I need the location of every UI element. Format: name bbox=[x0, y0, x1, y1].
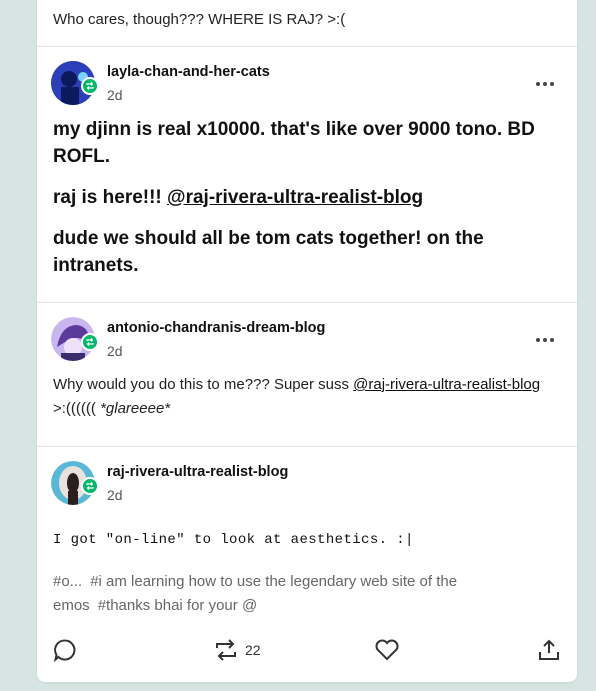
reblog-count: 22 bbox=[245, 642, 261, 658]
share-icon[interactable] bbox=[537, 638, 561, 662]
post-body: my djinn is real x10000. that's like ove… bbox=[53, 116, 561, 279]
username[interactable]: layla-chan-and-her-cats bbox=[107, 64, 270, 80]
more-options-icon[interactable] bbox=[535, 80, 555, 88]
reply-icon[interactable] bbox=[53, 638, 77, 662]
mention-link[interactable]: @raj-rivera-ultra-realist-blog bbox=[353, 376, 540, 393]
heart-icon[interactable] bbox=[374, 638, 400, 662]
reblog-button[interactable]: 22 bbox=[213, 638, 261, 662]
post-card: Who cares, though??? WHERE IS RAJ? >:( l… bbox=[37, 0, 577, 682]
reblog-icon bbox=[81, 77, 99, 95]
timestamp[interactable]: 2d bbox=[107, 87, 123, 103]
post-text: >:(((((( bbox=[53, 400, 101, 417]
post-body: Why would you do this to me??? Super sus… bbox=[53, 373, 549, 421]
tags: #o... #i am learning how to use the legen… bbox=[53, 570, 553, 618]
mention-link[interactable]: @raj-rivera-ultra-realist-blog bbox=[167, 187, 423, 208]
timestamp[interactable]: 2d bbox=[107, 487, 123, 503]
reblog-entry-antonio: antonio-chandranis-dream-blog 2d Why wou… bbox=[37, 302, 577, 446]
username[interactable]: antonio-chandranis-dream-blog bbox=[107, 320, 325, 336]
paragraph: dude we should all be tom cats together!… bbox=[53, 228, 484, 276]
reblog-icon bbox=[81, 333, 99, 351]
post-text: I got "on-line" to look at aesthetics. :… bbox=[53, 532, 414, 548]
paragraph: raj is here!!! @raj-rivera-ultra-realist… bbox=[53, 184, 561, 211]
italic-text: *glareeee* bbox=[100, 400, 171, 417]
username[interactable]: raj-rivera-ultra-realist-blog bbox=[107, 464, 288, 480]
paragraph-text: raj is here!!! bbox=[53, 187, 168, 208]
tag[interactable]: #o... bbox=[53, 573, 82, 590]
timestamp[interactable]: 2d bbox=[107, 343, 123, 359]
tag[interactable]: #thanks bhai for your @ bbox=[98, 597, 257, 614]
post-text: Why would you do this to me??? Super sus… bbox=[53, 376, 354, 393]
paragraph: my djinn is real x10000. that's like ove… bbox=[53, 119, 535, 167]
top-post-text: Who cares, though??? WHERE IS RAJ? >:( bbox=[53, 11, 346, 28]
reblog-icon bbox=[216, 639, 236, 661]
more-options-icon[interactable] bbox=[535, 336, 555, 344]
reblog-entry-layla: layla-chan-and-her-cats 2d my djinn is r… bbox=[37, 46, 577, 302]
reblog-icon bbox=[81, 477, 99, 495]
reblog-entry-raj: raj-rivera-ultra-realist-blog 2d I got "… bbox=[37, 446, 577, 614]
